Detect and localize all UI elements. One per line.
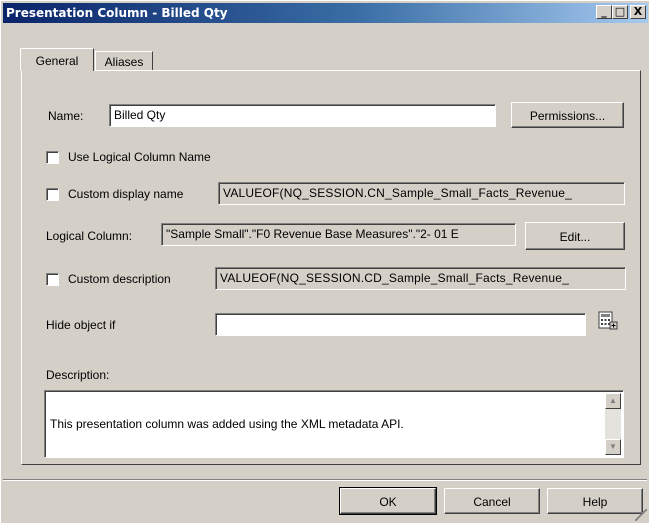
name-input[interactable]: Billed Qty — [109, 104, 496, 127]
hide-object-label: Hide object if — [46, 318, 116, 332]
description-textarea[interactable]: This presentation column was added using… — [44, 390, 624, 458]
custom-display-name-label: Custom display name — [68, 187, 184, 201]
description-scrollbar[interactable]: ▲ ▼ — [605, 393, 621, 455]
scroll-up-button[interactable]: ▲ — [605, 393, 621, 409]
footer-separator — [3, 479, 647, 481]
name-label: Name: — [48, 109, 84, 123]
window-title: Presentation Column - Billed Qty — [6, 6, 228, 20]
custom-display-name-input[interactable]: VALUEOF(NQ_SESSION.CN_Sample_Small_Facts… — [218, 182, 625, 205]
title-bar[interactable]: Presentation Column - Billed Qty _ □ X — [3, 3, 648, 23]
close-button[interactable]: X — [630, 5, 646, 19]
custom-description-input[interactable]: VALUEOF(NQ_SESSION.CD_Sample_Small_Facts… — [215, 267, 626, 290]
edit-button[interactable]: Edit... — [525, 222, 625, 250]
maximize-button[interactable]: □ — [612, 5, 628, 19]
description-label: Description: — [46, 368, 110, 382]
ok-button[interactable]: OK — [339, 487, 437, 515]
custom-description-label: Custom description — [68, 272, 171, 286]
use-logical-column-label: Use Logical Column Name — [68, 150, 211, 164]
resize-grip[interactable] — [635, 509, 647, 521]
use-logical-column-checkbox[interactable] — [46, 151, 59, 164]
tab-general[interactable]: General — [20, 48, 94, 71]
description-text: This presentation column was added using… — [50, 417, 404, 431]
permissions-button[interactable]: Permissions... — [511, 102, 624, 128]
minimize-button[interactable]: _ — [596, 5, 612, 19]
tab-aliases-label: Aliases — [104, 55, 144, 69]
scroll-down-button[interactable]: ▼ — [605, 439, 621, 455]
help-button[interactable]: Help — [547, 488, 643, 514]
custom-display-name-checkbox[interactable] — [46, 188, 59, 201]
tab-general-label: General — [35, 54, 79, 68]
dialog-window: Presentation Column - Billed Qty _ □ X G… — [0, 0, 649, 523]
hide-object-input[interactable] — [215, 313, 586, 336]
logical-column-label: Logical Column: — [46, 229, 133, 243]
logical-column-input[interactable]: "Sample Small"."F0 Revenue Base Measures… — [161, 223, 516, 246]
cancel-button[interactable]: Cancel — [444, 488, 540, 514]
tab-aliases[interactable]: Aliases — [95, 51, 153, 70]
expression-builder-icon[interactable] — [597, 310, 619, 332]
custom-description-checkbox[interactable] — [46, 273, 59, 286]
